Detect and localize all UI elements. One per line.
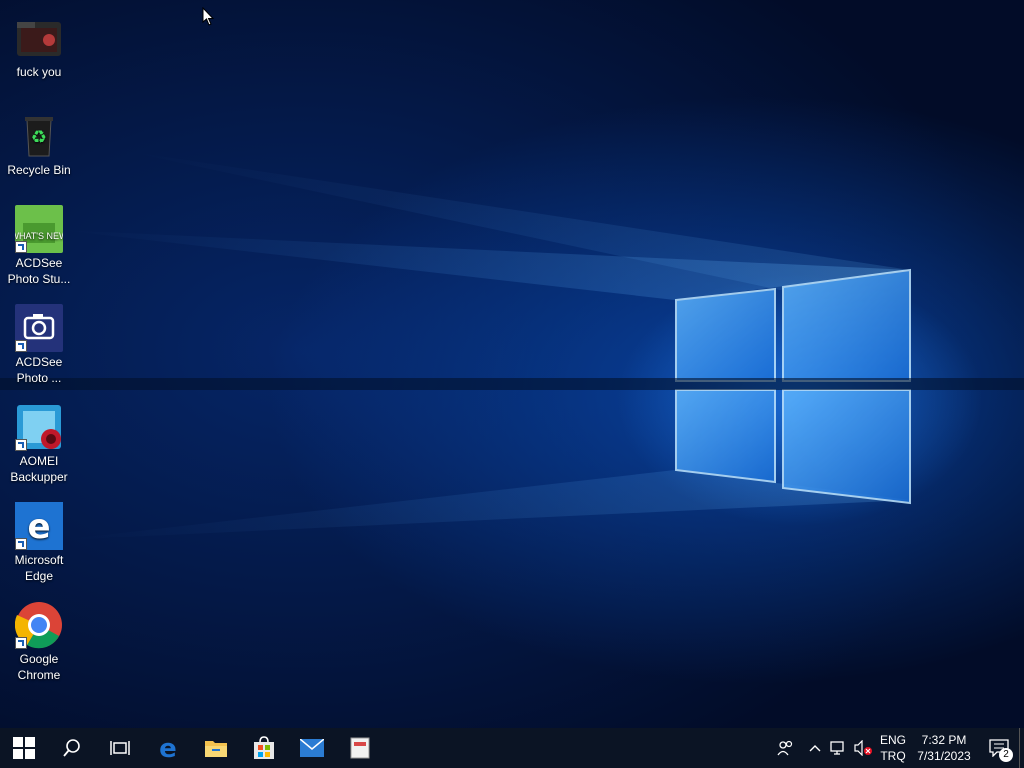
taskbar: e ENG TRQ 7:32 PM 7/31/2023 2 bbox=[0, 728, 1024, 768]
network-icon bbox=[830, 741, 844, 755]
store-icon bbox=[254, 736, 274, 759]
chrome-icon bbox=[14, 601, 63, 649]
language-indicator[interactable]: ENG TRQ bbox=[877, 728, 909, 768]
acdsee-camera-icon bbox=[15, 304, 63, 352]
language-code: ENG bbox=[879, 733, 906, 747]
show-desktop-button[interactable] bbox=[1019, 728, 1024, 768]
taskbar-app[interactable] bbox=[336, 728, 384, 768]
network-button[interactable] bbox=[827, 728, 851, 768]
clock[interactable]: 7:32 PM 7/31/2023 bbox=[909, 728, 979, 768]
desktop-icon-edge[interactable]: e Microsoft Edge bbox=[2, 502, 76, 584]
whats-new-badge: WHAT'S NEW bbox=[15, 231, 63, 241]
edge-icon: e bbox=[159, 736, 177, 760]
taskbar-mail[interactable] bbox=[288, 728, 336, 768]
desktop-icon-label: ACDSee Photo ... bbox=[15, 355, 63, 385]
desktop-icon-label: Recycle Bin bbox=[7, 163, 71, 177]
desktop-icon-label: ACDSee Photo Stu... bbox=[7, 256, 71, 286]
desktop-icon-acdsee-photo[interactable]: ACDSee Photo ... bbox=[2, 304, 76, 386]
acdsee-whats-new-icon: WHAT'S NEW bbox=[10, 205, 68, 253]
desktop[interactable]: fuck you ♻ Recycle Bin WHAT'S NEW ACDSee… bbox=[0, 0, 1024, 728]
recycle-bin-icon: ♻ bbox=[15, 112, 63, 160]
svg-text:e: e bbox=[159, 736, 177, 760]
start-button[interactable] bbox=[0, 728, 48, 768]
desktop-icon-chrome[interactable]: Google Chrome bbox=[2, 601, 76, 683]
shortcut-arrow-icon bbox=[15, 538, 27, 550]
shortcut-arrow-icon bbox=[15, 637, 27, 649]
notification-count-badge: 2 bbox=[999, 748, 1013, 762]
clock-time: 7:32 PM bbox=[921, 733, 967, 747]
system-tray: ENG TRQ 7:32 PM 7/31/2023 2 bbox=[769, 728, 1024, 768]
task-view-button[interactable] bbox=[96, 728, 144, 768]
desktop-icon-label: AOMEI Backupper bbox=[10, 454, 68, 484]
desktop-icon-recycle-bin[interactable]: ♻ Recycle Bin bbox=[2, 112, 76, 178]
shortcut-arrow-icon bbox=[15, 439, 27, 451]
svg-text:♻: ♻ bbox=[31, 127, 47, 148]
desktop-icon-acdsee-studio[interactable]: WHAT'S NEW ACDSee Photo Stu... bbox=[2, 205, 76, 287]
people-icon bbox=[777, 740, 793, 756]
search-button[interactable] bbox=[48, 728, 96, 768]
desktop-icon-label: fuck you bbox=[16, 65, 62, 79]
taskbar-file-explorer[interactable] bbox=[192, 728, 240, 768]
chevron-up-icon bbox=[809, 745, 821, 752]
folder-icon bbox=[15, 14, 63, 62]
folder-icon bbox=[205, 741, 227, 757]
aomei-backupper-icon bbox=[15, 403, 63, 451]
mail-icon bbox=[300, 739, 324, 757]
keyboard-layout: TRQ bbox=[880, 749, 906, 763]
show-hidden-icons-button[interactable] bbox=[803, 728, 827, 768]
desktop-icon-label: Google Chrome bbox=[17, 652, 61, 682]
clock-date: 7/31/2023 bbox=[917, 749, 971, 763]
desktop-icon-aomei[interactable]: AOMEI Backupper bbox=[2, 403, 76, 485]
volume-muted-icon bbox=[854, 740, 872, 756]
taskbar-store[interactable] bbox=[240, 728, 288, 768]
edge-icon: e bbox=[15, 502, 63, 550]
search-icon bbox=[63, 739, 80, 757]
wallpaper bbox=[0, 150, 1024, 540]
shortcut-arrow-icon bbox=[15, 340, 27, 352]
mouse-cursor-icon bbox=[202, 6, 216, 32]
desktop-icon-folder[interactable]: fuck you bbox=[2, 14, 76, 80]
shortcut-arrow-icon bbox=[15, 241, 27, 253]
volume-button[interactable] bbox=[851, 728, 877, 768]
document-icon bbox=[350, 737, 370, 759]
people-button[interactable] bbox=[769, 728, 803, 768]
task-view-icon bbox=[110, 741, 130, 755]
taskbar-edge[interactable]: e bbox=[144, 728, 192, 768]
action-center-button[interactable]: 2 bbox=[979, 728, 1019, 768]
desktop-icon-label: Microsoft Edge bbox=[14, 553, 64, 583]
windows-logo-icon bbox=[13, 737, 35, 759]
svg-text:e: e bbox=[27, 507, 50, 547]
